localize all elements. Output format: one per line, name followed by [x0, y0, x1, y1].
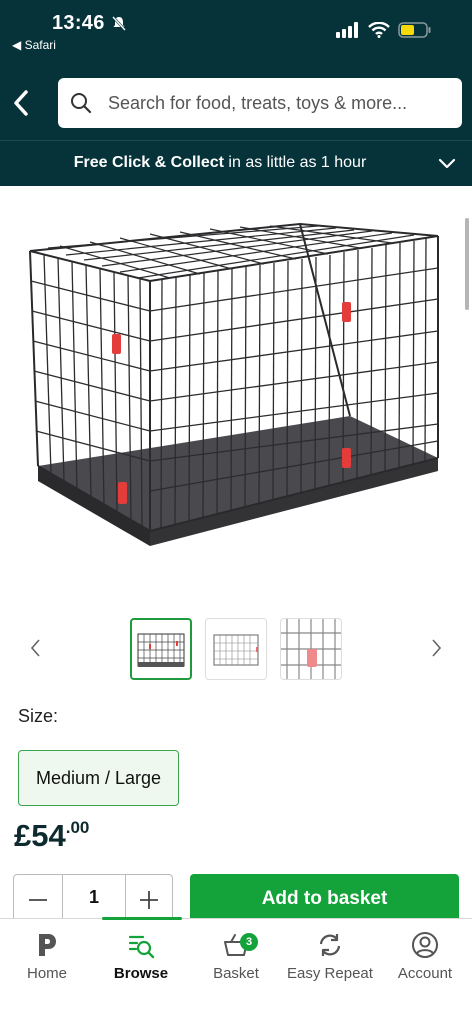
- tab-browse[interactable]: Browse: [94, 919, 188, 999]
- browse-search-icon: [128, 935, 155, 959]
- tab-label: Account: [397, 965, 453, 982]
- thumbnail-crate-open-image: [213, 634, 259, 666]
- status-time: 13:46: [52, 12, 105, 34]
- search-icon: [71, 93, 92, 114]
- gallery-thumbnail[interactable]: [280, 618, 342, 680]
- battery-icon: [398, 22, 431, 38]
- tab-label: Basket: [213, 965, 259, 982]
- promo-bold-text: Free Click & Collect: [73, 154, 224, 171]
- search-bar[interactable]: [58, 78, 462, 128]
- wifi-icon: [368, 22, 390, 38]
- tab-easy-repeat[interactable]: Easy Repeat: [283, 919, 377, 999]
- status-icons: [336, 22, 432, 38]
- tab-home[interactable]: Home: [0, 919, 94, 999]
- chevron-down-icon[interactable]: [438, 155, 456, 173]
- signal-icon: [336, 22, 358, 38]
- gallery-thumbnail[interactable]: [130, 618, 192, 680]
- product-image[interactable]: [0, 186, 472, 606]
- size-label: Size:: [18, 706, 59, 726]
- quantity-value[interactable]: 1: [63, 887, 125, 908]
- tab-account[interactable]: Account: [378, 919, 472, 999]
- thumbnail-crate-image: [137, 633, 185, 667]
- scrollbar[interactable]: [465, 218, 469, 310]
- basket-count-badge: 3: [240, 933, 258, 951]
- promo-banner[interactable]: Free Click & Collect in as little as 1 h…: [0, 140, 472, 186]
- tab-basket[interactable]: 3 Basket: [189, 919, 283, 999]
- chevron-left-icon[interactable]: [28, 636, 44, 660]
- image-gallery: [0, 614, 472, 684]
- promo-rest-text: in as little as 1 hour: [223, 154, 367, 171]
- account-icon: [412, 932, 438, 958]
- tab-label: Home: [26, 965, 67, 982]
- tab-label: Browse: [113, 965, 169, 982]
- thumbnail-latch-closeup-image: [281, 619, 341, 679]
- tab-label: Easy Repeat: [287, 965, 373, 982]
- size-option-medium-large[interactable]: Medium / Large: [18, 750, 179, 806]
- pets-logo-icon: [39, 934, 56, 956]
- header: 13:46 ◀ Safari: [0, 0, 472, 140]
- price: £54.00: [14, 818, 89, 854]
- search-input[interactable]: [108, 90, 448, 116]
- dog-crate-image: [29, 222, 439, 546]
- bell-muted-icon: [112, 16, 126, 31]
- product-page: 13:46 ◀ Safari Search for food, treats, …: [0, 0, 472, 1024]
- price-main: £54: [14, 818, 66, 853]
- chevron-right-icon[interactable]: [428, 636, 444, 660]
- price-cents: .00: [65, 818, 90, 837]
- gallery-thumbnail[interactable]: [205, 618, 267, 680]
- status-back-safari[interactable]: ◀ Safari: [12, 38, 56, 52]
- promo-text: Free Click & Collect in as little as 1 h…: [0, 154, 472, 172]
- tab-bar: Home Browse 3 Basket Easy Repeat Account: [0, 917, 472, 1024]
- back-chevron-icon[interactable]: [8, 86, 36, 120]
- repeat-icon: [319, 934, 341, 956]
